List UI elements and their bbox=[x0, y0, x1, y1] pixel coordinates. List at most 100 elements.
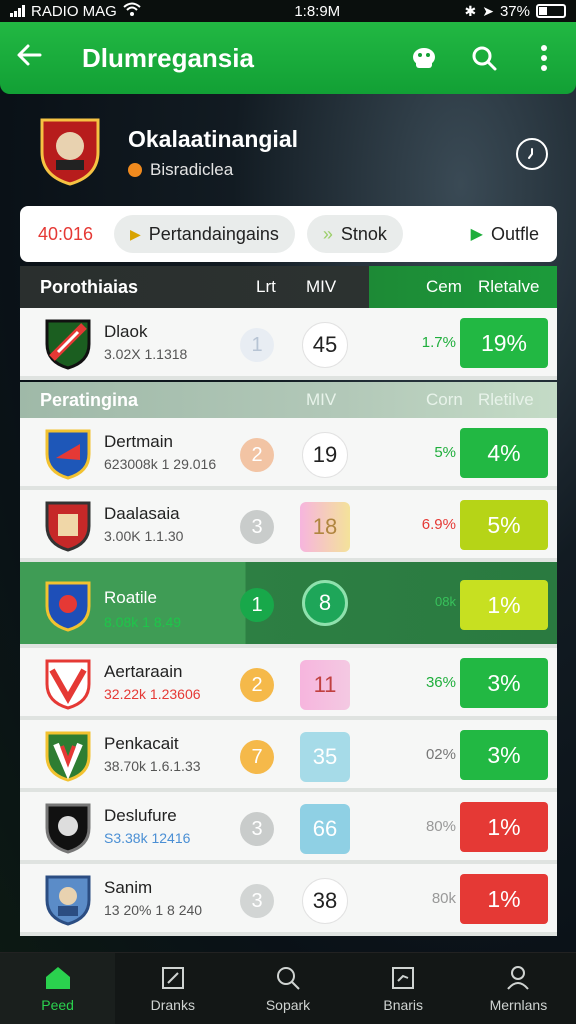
team-stats: 3.02X 1.1318 bbox=[104, 346, 188, 362]
info-button[interactable] bbox=[516, 138, 548, 170]
team-stats: 38.70k 1.6.1.33 bbox=[104, 758, 201, 774]
team-name: Sanim bbox=[104, 878, 153, 897]
value-badge: 35 bbox=[300, 732, 350, 782]
filter-time: 40:016 bbox=[38, 223, 94, 244]
percent-badge: 1% bbox=[460, 580, 548, 630]
trend-value: 02% bbox=[425, 746, 456, 763]
chart-icon bbox=[392, 966, 415, 989]
bug-icon bbox=[413, 48, 435, 68]
value-badge: 8 bbox=[302, 580, 348, 626]
subheader-col-miv[interactable]: MIV bbox=[306, 390, 336, 410]
bottom-nav: Peed Dranks Sopark Bnaris Mernlans bbox=[0, 952, 576, 1024]
team-name: Okalaatinangial bbox=[128, 126, 299, 152]
rank-badge: 1 bbox=[240, 588, 274, 622]
team-crest bbox=[44, 500, 92, 552]
subheader-col-corn[interactable]: Corn bbox=[426, 390, 463, 410]
nav-search[interactable]: Sopark bbox=[230, 953, 345, 1024]
header-col-miv[interactable]: MIV bbox=[306, 277, 336, 297]
table-row[interactable]: Sanim 13 20% 1 8 240 3 38 80k 1% bbox=[20, 864, 557, 936]
nav-members-label: Mernlans bbox=[489, 996, 548, 1013]
location-icon: ➤ bbox=[482, 2, 494, 19]
status-time: 1:8:9M bbox=[294, 2, 341, 20]
clock-icon bbox=[528, 148, 533, 159]
table-row[interactable]: Dlaok 3.02X 1.1318 1 45 1.7% 19% bbox=[20, 308, 557, 380]
table-row-selected[interactable]: Roatile 8.08k 1 8.49 1 8 08k 1% bbox=[20, 562, 557, 648]
team-name: Penkacait bbox=[104, 734, 179, 753]
team-crest bbox=[44, 802, 92, 854]
percent-badge: 3% bbox=[460, 658, 548, 708]
trend-value: 08k bbox=[435, 594, 456, 609]
team-crest bbox=[38, 116, 102, 186]
team-name: Daalasaia bbox=[104, 504, 180, 523]
trend-value: 36% bbox=[425, 674, 456, 691]
chip-stock-label: Stnok bbox=[340, 223, 387, 244]
back-button[interactable] bbox=[16, 41, 56, 75]
subheader-col-relative[interactable]: Rletilve bbox=[478, 390, 534, 410]
nav-home-label: Peed bbox=[41, 996, 74, 1013]
team-crest bbox=[44, 428, 92, 480]
team-name: Aertaraain bbox=[104, 662, 183, 681]
double-chevron-icon: » bbox=[322, 223, 333, 244]
team-header: Okalaatinangial Bisradiclea bbox=[38, 116, 548, 192]
team-name: Roatile bbox=[104, 588, 157, 607]
team-name: Deslufure bbox=[104, 806, 177, 825]
table-row[interactable]: Daalasaia 3.00K 1.1.30 3 18 6.9% 5% bbox=[20, 490, 557, 562]
subheader-title: Peratingina bbox=[40, 389, 139, 410]
header-col-relative[interactable]: Rletalve bbox=[478, 277, 539, 297]
value-badge: 11 bbox=[300, 660, 350, 710]
battery-icon bbox=[536, 4, 566, 18]
team-crest bbox=[44, 580, 92, 632]
play-icon: ▶ bbox=[470, 226, 483, 243]
play-icon: ▶ bbox=[130, 225, 141, 242]
nav-stats[interactable]: Bnaris bbox=[346, 953, 461, 1024]
header-col-lrt[interactable]: Lrt bbox=[256, 277, 276, 297]
battery-percent: 37% bbox=[499, 2, 530, 20]
value-badge: 19 bbox=[302, 432, 348, 478]
nav-ranks[interactable]: Dranks bbox=[115, 953, 230, 1024]
nav-home[interactable]: Peed bbox=[0, 953, 116, 1024]
table-row[interactable]: Aertaraain 32.22k 1.23606 2 11 36% 3% bbox=[20, 648, 557, 720]
chip-stock[interactable]: » Stnok bbox=[306, 215, 403, 253]
nav-stats-label: Bnaris bbox=[383, 996, 424, 1013]
value-badge: 45 bbox=[302, 322, 348, 368]
search-icon bbox=[277, 966, 300, 990]
outfit-label: Outfle bbox=[490, 223, 539, 244]
header-col-cem[interactable]: Cem bbox=[426, 277, 462, 297]
team-crest bbox=[44, 318, 92, 370]
carrier-label: RADIO MAG bbox=[31, 2, 117, 20]
app-bar: Dlumregansia bbox=[0, 22, 576, 94]
team-stats: S3.38k 12416 bbox=[104, 830, 191, 846]
team-subtitle: Bisradiclea bbox=[128, 160, 233, 180]
table-row[interactable]: Penkacait 38.70k 1.6.1.33 7 35 02% 3% bbox=[20, 720, 557, 792]
nav-members[interactable]: Mernlans bbox=[461, 953, 576, 1024]
nav-ranks-label: Dranks bbox=[150, 996, 195, 1013]
table-subheader: Peratingina MIV Corn Rletilve bbox=[20, 382, 557, 418]
bug-button[interactable] bbox=[408, 42, 440, 74]
team-subtitle-text: Bisradiclea bbox=[150, 160, 234, 179]
percent-badge: 1% bbox=[460, 802, 548, 852]
team-crest bbox=[44, 730, 92, 782]
team-stats: 623008k 1 29.016 bbox=[104, 456, 217, 472]
value-badge: 38 bbox=[302, 878, 348, 924]
trend-value: 80% bbox=[425, 818, 456, 835]
bluetooth-icon: ✱ bbox=[464, 2, 477, 19]
outfit-toggle[interactable]: ▶ Outfle bbox=[471, 224, 547, 245]
team-stats: 8.08k 1 8.49 bbox=[104, 614, 182, 630]
trend-value: 80k bbox=[431, 890, 456, 907]
rank-badge: 3 bbox=[240, 884, 274, 918]
team-stats: 32.22k 1.23606 bbox=[104, 686, 201, 702]
team-crest bbox=[44, 874, 92, 926]
chip-pertandingan[interactable]: ▶ Pertandaingains bbox=[114, 215, 295, 253]
trend-value: 5% bbox=[434, 444, 456, 461]
trend-value: 6.9% bbox=[421, 516, 456, 533]
search-button[interactable] bbox=[468, 42, 500, 74]
trend-value: 1.7% bbox=[421, 334, 456, 351]
rank-badge: 2 bbox=[240, 668, 274, 702]
table-row[interactable]: Dertmain 623008k 1 29.016 2 19 5% 4% bbox=[20, 418, 557, 490]
more-button[interactable] bbox=[528, 42, 560, 74]
search-icon bbox=[472, 46, 497, 71]
rank-badge: 1 bbox=[240, 328, 274, 362]
signal-icon bbox=[10, 5, 25, 17]
team-name: Dlaok bbox=[104, 322, 148, 341]
table-row[interactable]: Deslufure S3.38k 12416 3 66 80% 1% bbox=[20, 792, 557, 864]
